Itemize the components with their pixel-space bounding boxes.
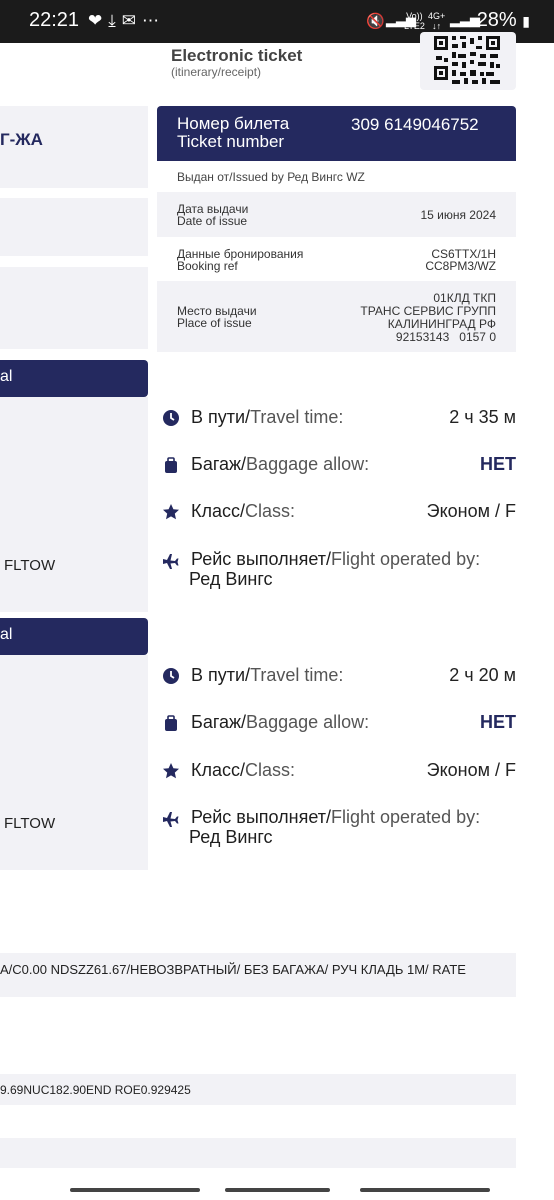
ticket-number: 309 6149046752 xyxy=(351,115,479,134)
operator-name: Ред Вингс xyxy=(189,827,273,847)
baggage-row: Багаж/Baggage allow: НЕТ xyxy=(160,452,516,478)
star-icon xyxy=(163,763,179,779)
baggage-icon xyxy=(165,457,177,473)
plane-icon xyxy=(163,554,179,569)
baggage-row: Багаж/Baggage allow: НЕТ xyxy=(160,710,516,736)
operator-name: Ред Вингс xyxy=(189,569,273,589)
gesture-bar xyxy=(0,1176,554,1200)
booking-ref-value: CS6TTX/1H CC8PM3/WZ xyxy=(425,247,496,273)
booking-ref-label: Данные бронирования Booking ref xyxy=(177,247,304,273)
travel-time-value: 2 ч 20 м xyxy=(449,665,516,685)
place-of-issue-label: Место выдачи Place of issue xyxy=(177,304,257,330)
fltow-label: FLTOW xyxy=(4,815,56,832)
route-card: Г-ЖА xyxy=(0,106,148,188)
segment-2-header: al xyxy=(0,618,148,655)
gesture-pill[interactable] xyxy=(225,1188,330,1192)
battery-level: 28% ▮ xyxy=(476,9,530,31)
class-value: Эконом / F xyxy=(426,760,516,780)
class-value: Эконом / F xyxy=(426,501,516,521)
mail-icon: ✉ xyxy=(121,11,143,30)
place-of-issue-value: 01КЛД ТКП ТРАНС СЕРВИС ГРУПП КАЛИНИНГРАД… xyxy=(360,291,496,344)
class-row: Класс/Class: Эконом / F xyxy=(160,499,516,525)
fare-basis-text: А/C0.00 NDSZZ61.67/НЕВОЗВРАТНЫЙ/ БЕЗ БАГ… xyxy=(0,962,466,977)
clock: 22:21 xyxy=(29,9,80,31)
star-icon xyxy=(163,504,179,520)
baggage-value: НЕТ xyxy=(480,454,516,474)
place-of-issue-row: Место выдачи Place of issue 01КЛД ТКП ТРА… xyxy=(157,281,516,352)
ticket-number-header: Номер билета Ticket number 309 6149046752 xyxy=(157,106,516,161)
heart-icon: ❤ xyxy=(88,11,109,30)
segment-1-header: al xyxy=(0,360,148,397)
travel-time-value: 2 ч 35 м xyxy=(449,407,516,427)
page-subtitle: (itinerary/receipt) xyxy=(171,65,262,79)
fltow-label: FLTOW xyxy=(4,557,56,574)
mute-icon: 🔇 xyxy=(366,13,385,30)
network-indicator-2: 4G+ ↓↑ xyxy=(428,11,446,31)
signal-icon-2: ▂▃▅ xyxy=(450,12,480,27)
date-of-issue-row: Дата выдачи Date of issue 15 июня 2024 xyxy=(157,192,516,237)
document-card xyxy=(0,267,148,349)
fare-calc-text: 9.69NUC182.90END ROE0.929425 xyxy=(0,1083,191,1097)
segment-1-card: FLTOW xyxy=(0,397,148,612)
segment-2-card: FLTOW xyxy=(0,655,148,870)
date-of-issue-label: Дата выдачи Date of issue xyxy=(177,202,249,228)
empty-strip xyxy=(0,1138,516,1168)
baggage-icon xyxy=(165,715,177,731)
qr-code-icon xyxy=(434,36,500,84)
qr-code xyxy=(420,32,516,90)
ticket-number-label: Номер билета Ticket number xyxy=(177,114,290,151)
plane-icon xyxy=(163,812,179,827)
notification-icons: ❤⤓✉⋯ xyxy=(88,11,165,31)
class-row: Класс/Class: Эконом / F xyxy=(160,758,516,784)
fare-basis-strip: А/C0.00 NDSZZ61.67/НЕВОЗВРАТНЫЙ/ БЕЗ БАГ… xyxy=(0,953,516,997)
page-title: Electronic ticket xyxy=(171,46,303,65)
route-code: Г-ЖА xyxy=(0,130,43,149)
booking-ref-row: Данные бронирования Booking ref CS6TTX/1H… xyxy=(157,240,516,278)
issued-by: Выдан от/Issued by Ред Вингс WZ xyxy=(177,170,365,184)
network-indicator: Vo)) LTE2 xyxy=(404,11,425,31)
gesture-pill[interactable] xyxy=(360,1188,490,1192)
travel-time-row: В пути/Travel time: 2 ч 35 м xyxy=(160,405,516,431)
baggage-value: НЕТ xyxy=(480,712,516,732)
date-of-issue-value: 15 июня 2024 xyxy=(420,208,496,222)
battery-icon: ▮ xyxy=(522,13,530,29)
passenger-card xyxy=(0,198,148,256)
fare-calc-strip: 9.69NUC182.90END ROE0.929425 xyxy=(0,1074,516,1105)
gesture-pill[interactable] xyxy=(70,1188,200,1192)
download-icon: ⤓ xyxy=(108,11,122,30)
travel-time-row: В пути/Travel time: 2 ч 20 м xyxy=(160,663,516,689)
clock-icon xyxy=(163,410,179,426)
clock-icon xyxy=(163,668,179,684)
more-icon: ⋯ xyxy=(142,11,166,30)
